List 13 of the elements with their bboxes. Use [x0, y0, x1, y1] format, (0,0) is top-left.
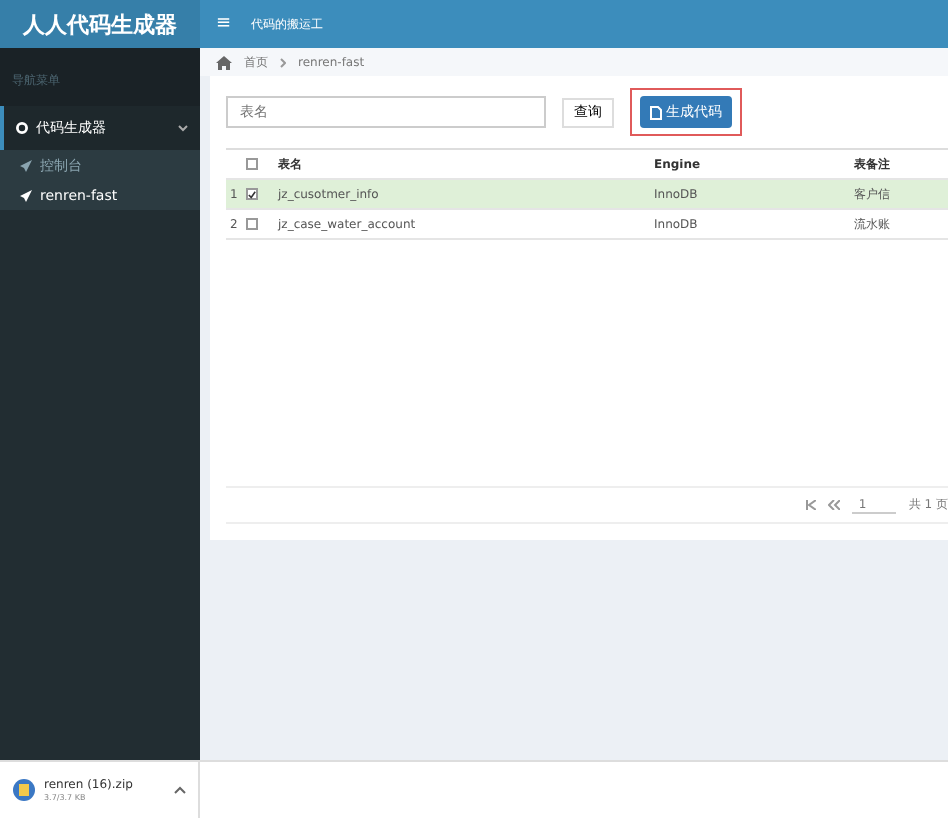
home-icon	[216, 55, 232, 69]
menu-toggle[interactable]: ≡	[216, 14, 232, 34]
chevron-icon	[178, 124, 188, 132]
first-page-icon[interactable]	[806, 500, 817, 510]
separator-icon	[280, 57, 286, 67]
archive-icon	[12, 778, 36, 802]
checkbox[interactable]	[246, 158, 258, 170]
checkbox[interactable]	[246, 218, 258, 230]
app-logo: 人人代码生成器	[0, 0, 200, 48]
document-icon	[650, 105, 662, 119]
checkbox[interactable]	[246, 188, 258, 200]
previous-page-icon[interactable]	[828, 500, 841, 510]
caret-icon[interactable]	[174, 786, 186, 794]
